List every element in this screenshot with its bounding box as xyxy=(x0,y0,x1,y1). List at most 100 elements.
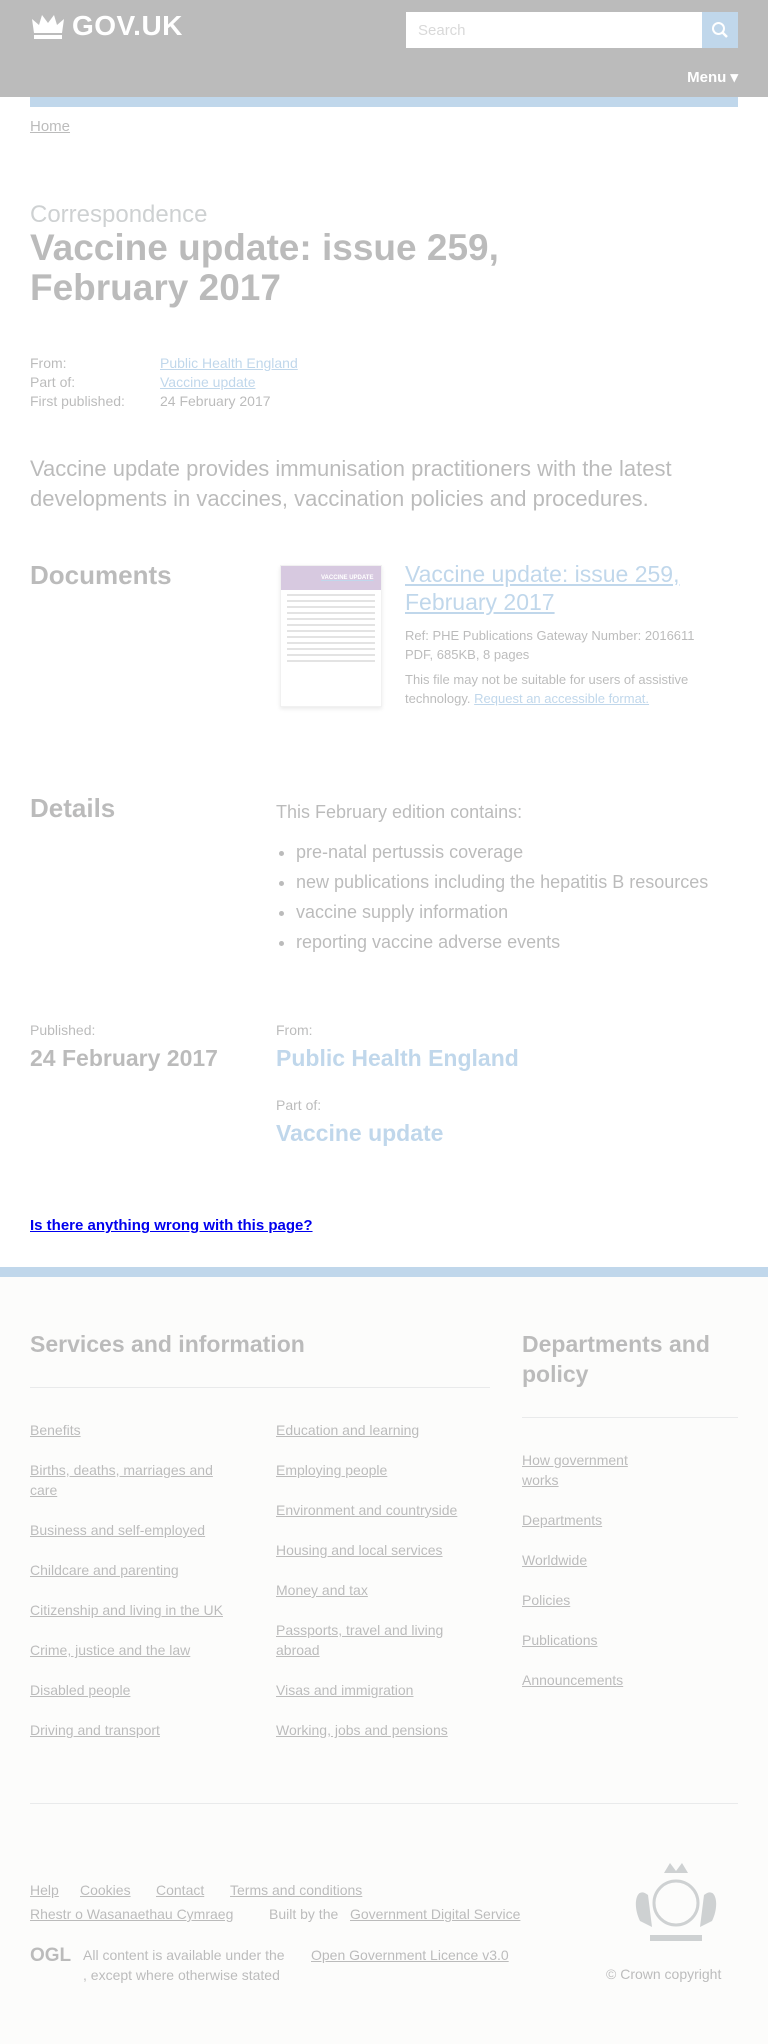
footer-divider xyxy=(30,1387,490,1388)
govuk-logo[interactable]: GOV.UK xyxy=(30,10,183,42)
crown-icon xyxy=(32,15,64,39)
thumbnail-line xyxy=(287,606,375,608)
thumbnail-line xyxy=(287,648,375,650)
licence-suffix: , except where otherwise stated xyxy=(83,1967,280,1983)
meta-row-from: From: Public Health England xyxy=(30,355,738,374)
footer-link-driving[interactable]: Driving and transport xyxy=(30,1720,160,1740)
search-form xyxy=(406,12,738,48)
document-accessibility-note: This file may not be suitable for users … xyxy=(405,670,740,708)
page-title: Vaccine update: issue 259, February 2017 xyxy=(30,227,499,308)
footer-link-childcare[interactable]: Childcare and parenting xyxy=(30,1560,179,1580)
published-label: Published: xyxy=(30,1022,96,1038)
footer-link-money-tax[interactable]: Money and tax xyxy=(276,1580,368,1600)
footer-link-announcements[interactable]: Announcements xyxy=(522,1670,623,1690)
lead-paragraph: Vaccine update provides immunisation pra… xyxy=(30,456,672,511)
ogl-logo: OGL xyxy=(30,1945,72,1966)
thumbnail-line xyxy=(287,654,375,656)
footer-link-departments[interactable]: Departments xyxy=(522,1510,602,1530)
thumbnail-line xyxy=(287,630,375,632)
meta-label: First published: xyxy=(30,393,125,409)
details-list-item: vaccine supply information xyxy=(296,897,746,927)
footer-link-how-government-works[interactable]: How government works xyxy=(522,1450,652,1490)
breadcrumb-home-link[interactable]: Home xyxy=(30,118,70,135)
from-organisation-link[interactable]: Public Health England xyxy=(276,1045,519,1072)
footer-link-worldwide[interactable]: Worldwide xyxy=(522,1550,587,1570)
document-info: Vaccine update: issue 259, February 2017… xyxy=(405,560,740,708)
details-body: This February edition contains: pre-nata… xyxy=(276,797,746,957)
meta-label: Part of: xyxy=(30,374,76,390)
thumbnail-line xyxy=(287,612,375,614)
footer-link-passports[interactable]: Passports, travel and living abroad xyxy=(276,1620,476,1660)
built-by-text: Built by the xyxy=(269,1906,339,1922)
search-button[interactable] xyxy=(702,12,738,48)
services-heading: Services and information xyxy=(30,1331,305,1357)
footer-link-citizenship[interactable]: Citizenship and living in the UK xyxy=(30,1600,223,1620)
partof-label: Part of: xyxy=(276,1097,322,1113)
thumbnail-line xyxy=(287,600,375,602)
thumbnail-line xyxy=(287,660,375,662)
search-icon xyxy=(712,22,728,38)
published-date: 24 February 2017 xyxy=(30,1045,218,1071)
thumbnail-line xyxy=(287,594,375,596)
from-label: From: xyxy=(276,1022,313,1038)
footer-link-policies[interactable]: Policies xyxy=(522,1590,570,1610)
document-ref: Ref: PHE Publications Gateway Number: 20… xyxy=(405,628,695,643)
search-input[interactable] xyxy=(406,12,702,48)
footer-meta-help[interactable]: Help xyxy=(30,1880,59,1900)
document-file-info: PDF, 685KB, 8 pages xyxy=(405,647,530,662)
meta-label: From: xyxy=(30,355,67,371)
footer-meta-contact[interactable]: Contact xyxy=(156,1880,204,1900)
footer-meta-terms[interactable]: Terms and conditions xyxy=(230,1880,362,1900)
footer-divider xyxy=(522,1417,738,1418)
document-thumbnail[interactable]: VACCINE UPDATE xyxy=(280,565,382,707)
footer-link-visas[interactable]: Visas and immigration xyxy=(276,1680,413,1700)
footer-link-education[interactable]: Education and learning xyxy=(276,1420,419,1440)
document-title-link[interactable]: Vaccine update: issue 259, February 2017 xyxy=(405,560,740,616)
details-list-item: pre-natal pertussis coverage xyxy=(296,837,746,867)
details-list-item: reporting vaccine adverse events xyxy=(296,927,746,957)
page-metadata: From: Public Health England Part of: Vac… xyxy=(30,355,738,412)
thumbnail-line xyxy=(287,642,375,644)
footer-link-business[interactable]: Business and self-employed xyxy=(30,1520,205,1540)
royal-coat-of-arms-icon xyxy=(635,1863,717,1941)
meta-partof-link[interactable]: Vaccine update xyxy=(160,374,255,393)
crown-copyright[interactable]: © Crown copyright xyxy=(606,1966,721,1982)
page-caption: Correspondence xyxy=(30,201,208,228)
details-intro: This February edition contains: xyxy=(276,802,523,822)
breadcrumb: Home xyxy=(30,118,70,135)
meta-row-published: First published: 24 February 2017 xyxy=(30,393,738,412)
departments-heading: Departments and policy xyxy=(522,1331,710,1387)
report-problem-link[interactable]: Is there anything wrong with this page? xyxy=(30,1217,313,1234)
footer-link-environment[interactable]: Environment and countryside xyxy=(276,1500,457,1520)
ogl-licence-link[interactable]: Open Government Licence v3.0 xyxy=(311,1945,509,1965)
request-accessible-format-link[interactable]: Request an accessible format. xyxy=(474,691,649,706)
thumbnail-line xyxy=(287,624,375,626)
meta-from-link[interactable]: Public Health England xyxy=(160,355,298,374)
footer-link-benefits[interactable]: Benefits xyxy=(30,1420,81,1440)
footer-link-publications[interactable]: Publications xyxy=(522,1630,598,1650)
header-blue-bar xyxy=(30,97,738,107)
footer-link-working[interactable]: Working, jobs and pensions xyxy=(276,1720,448,1740)
menu-button[interactable]: Menu ▾ xyxy=(687,68,738,86)
footer-divider xyxy=(30,1803,738,1804)
thumbnail-banner: VACCINE UPDATE xyxy=(281,566,381,590)
meta-published-value: 24 February 2017 xyxy=(160,393,271,409)
footer-meta-welsh[interactable]: Rhestr o Wasanaethau Cymraeg xyxy=(30,1904,233,1924)
footer-top-bar xyxy=(0,1267,768,1277)
thumbnail-line xyxy=(287,618,375,620)
footer-meta-cookies[interactable]: Cookies xyxy=(80,1880,131,1900)
meta-row-partof: Part of: Vaccine update xyxy=(30,374,738,393)
details-list: pre-natal pertussis coverage new publica… xyxy=(276,837,746,957)
thumbnail-line xyxy=(287,636,375,638)
partof-collection-link[interactable]: Vaccine update xyxy=(276,1120,443,1147)
footer-link-housing[interactable]: Housing and local services xyxy=(276,1540,443,1560)
footer-link-disabled-people[interactable]: Disabled people xyxy=(30,1680,130,1700)
footer-link-employing[interactable]: Employing people xyxy=(276,1460,387,1480)
footer-link-crime-justice[interactable]: Crime, justice and the law xyxy=(30,1640,190,1660)
page-content: GOV.UK Menu ▾ Home Correspondence Vaccin… xyxy=(0,0,768,2044)
govuk-wordmark: GOV.UK xyxy=(72,10,183,41)
licence-prefix: All content is available under the xyxy=(83,1947,285,1963)
footer-link-births-deaths[interactable]: Births, deaths, marriages and care xyxy=(30,1460,240,1500)
site-header: GOV.UK Menu ▾ xyxy=(0,0,768,97)
gds-link[interactable]: Government Digital Service xyxy=(350,1904,520,1924)
